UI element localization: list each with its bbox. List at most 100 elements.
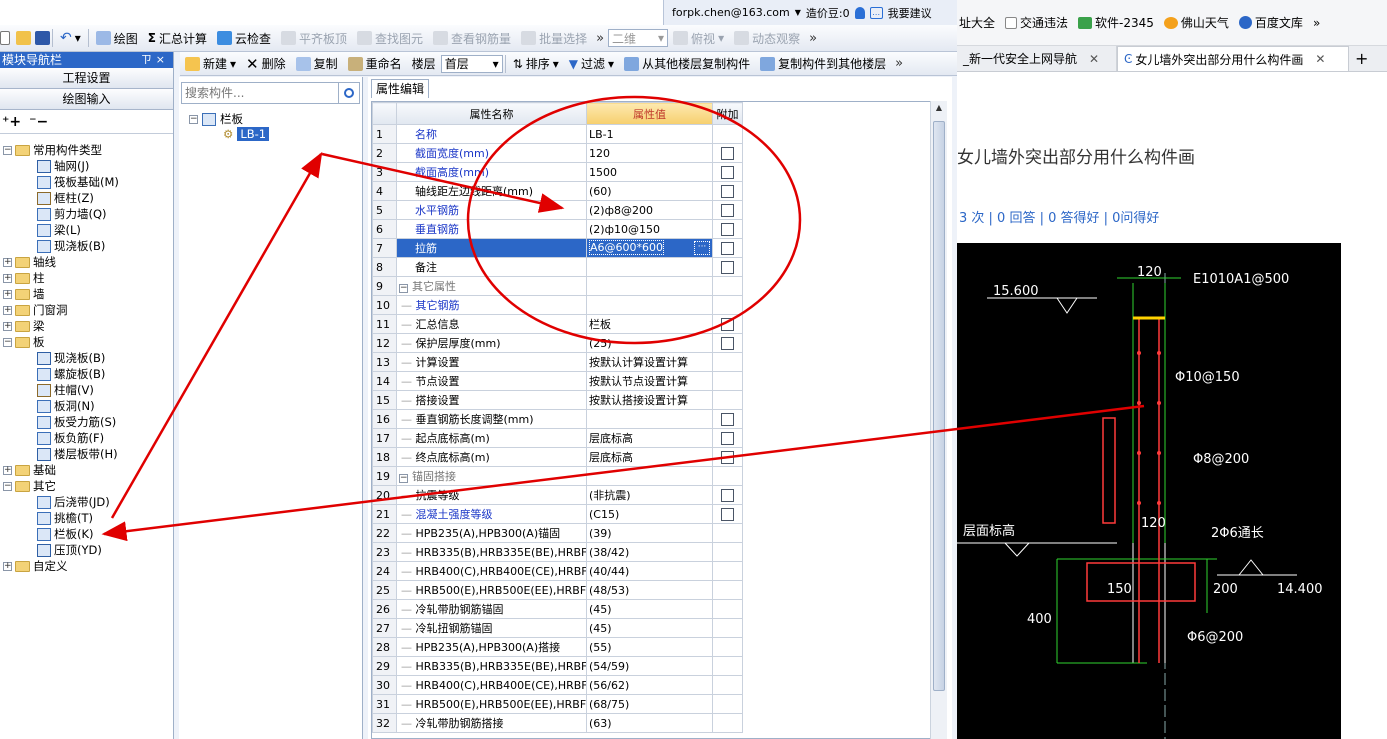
prop-value-cell[interactable]: 栏板 [586,314,713,334]
col-extra[interactable]: 附加 [712,102,743,125]
prop-name-cell[interactable]: — 冷轧带肋钢筋锚固 [396,599,587,619]
cloud-check-button[interactable]: 云检查 [212,27,276,49]
close-icon[interactable]: ✕ [1089,52,1099,66]
prop-name-cell[interactable]: — 起点底标高(m) [396,428,587,448]
prop-name-cell[interactable]: 水平钢筋 [396,200,587,220]
expand-icon[interactable]: + [3,289,12,299]
view-angle-button[interactable]: 俯视 ▾ [668,27,729,49]
table-row[interactable]: 29— HRB335(B),HRB335E(BE),HRBF (54/59) [372,656,743,676]
table-row[interactable]: 22— HPB235(A),HPB300(A)锚固 (39) [372,523,743,543]
toolbar-overflow-icon[interactable]: » [592,31,608,46]
prop-value-cell[interactable]: (45) [586,618,713,638]
prop-value-cell[interactable]: 120 [586,143,713,163]
table-row[interactable]: 5 水平钢筋 (2)ф8@200 [372,200,743,220]
bookmark-item[interactable]: 百度文库 [1238,14,1303,31]
prop-name-cell[interactable]: − 锚固搭接 [396,466,587,486]
table-row[interactable]: 27— 冷轧扭钢筋锚固 (45) [372,618,743,638]
tree-item[interactable]: 板受力筋(S) [37,414,116,430]
prop-name-cell[interactable]: — HPB235(A),HPB300(A)搭接 [396,637,587,657]
prop-name-cell[interactable]: — 搭接设置 [396,390,587,410]
prop-value-cell[interactable]: 层底标高 [586,447,713,467]
prop-value-cell[interactable]: 按默认搭接设置计算 [586,390,713,410]
suggest-icon[interactable]: … [869,6,883,19]
table-row[interactable]: 1 名称 LB-1 [372,124,743,144]
prop-name-cell[interactable]: — HRB500(E),HRB500E(EE),HRBF [396,580,587,600]
extra-checkbox[interactable] [721,222,734,236]
prop-value-cell[interactable]: (63) [586,713,713,733]
collapse-icon[interactable]: − [189,114,198,124]
extra-checkbox[interactable] [721,507,734,521]
tree-folder[interactable]: + 基础 [3,462,56,478]
prop-name-cell[interactable]: − 其它属性 [396,276,587,296]
prop-value-cell[interactable] [586,276,713,296]
scroll-thumb[interactable] [933,121,945,691]
prop-value-cell[interactable]: (54/59) [586,656,713,676]
new-file-icon[interactable] [0,31,10,45]
tree-item[interactable]: 现浇板(B) [37,238,105,254]
suggest-link[interactable]: 我要建议 [888,5,932,21]
batch-select-button[interactable]: 批量选择 [516,27,592,49]
extra-checkbox[interactable] [721,260,734,274]
prop-value-cell[interactable]: (C15) [586,504,713,524]
prop-value-cell[interactable]: (2)ф8@200 [586,200,713,220]
rename-button[interactable]: 重命名 [343,53,407,75]
tree-folder[interactable]: − 常用构件类型 [3,142,102,158]
prop-value-cell[interactable]: (60) [586,181,713,201]
view-rebar-button[interactable]: 查看钢筋量 [428,27,516,49]
extra-checkbox[interactable] [721,184,734,198]
prop-name-cell[interactable]: 拉筋 [396,238,587,258]
copy-to-floor-button[interactable]: 复制构件到其他楼层 [755,53,891,75]
vertical-scrollbar[interactable]: ▲ [930,101,947,739]
prop-name-cell[interactable]: — 计算设置 [396,352,587,372]
table-row[interactable]: 7 拉筋 A6@600*600 ··· [372,238,743,258]
tree-folder[interactable]: + 轴线 [3,254,56,270]
project-settings-button[interactable]: 工程设置 [0,68,173,89]
table-row[interactable]: 11— 汇总信息 栏板 [372,314,743,334]
tree-item[interactable]: 剪力墙(Q) [37,206,107,222]
prop-name-cell[interactable]: — 终点底标高(m) [396,447,587,467]
prop-name-cell[interactable]: 名称 [396,124,587,144]
extra-checkbox[interactable] [721,431,734,445]
table-row[interactable]: 32— 冷轧带肋钢筋搭接 (63) [372,713,743,733]
table-row[interactable]: 20— 抗震等级 (非抗震) [372,485,743,505]
tree-item[interactable]: 螺旋板(B) [37,366,105,382]
tab-nav[interactable]: _新一代安全上网导航 ✕ [957,46,1117,71]
table-row[interactable]: 9− 其它属性 [372,276,743,296]
delete-button[interactable]: ✕ 删除 [241,53,291,75]
prop-value-cell[interactable]: (25) [586,333,713,353]
prop-name-cell[interactable]: — HRB400(C),HRB400E(CE),HRBF [396,561,587,581]
new-tab-button[interactable]: + [1349,46,1374,71]
col-prop-name[interactable]: 属性名称 [396,102,587,125]
prop-name-cell[interactable]: 备注 [396,257,587,277]
table-row[interactable]: 13— 计算设置 按默认计算设置计算 [372,352,743,372]
extra-checkbox[interactable] [721,450,734,464]
collapse-icon[interactable]: − [399,474,408,483]
table-row[interactable]: 10— 其它钢筋 [372,295,743,315]
tree-folder[interactable]: + 门窗洞 [3,302,68,318]
tree-folder[interactable]: − 板 [3,334,45,350]
prop-value-cell[interactable]: (40/44) [586,561,713,581]
prop-value-cell[interactable]: 1500 [586,162,713,182]
draw-button[interactable]: 绘图 [91,27,143,49]
bookmark-item[interactable]: 址大全 [959,14,995,31]
prop-name-cell[interactable]: — 垂直钢筋长度调整(mm) [396,409,587,429]
align-top-button[interactable]: 平齐板顶 [276,27,352,49]
prop-value-cell[interactable]: (68/75) [586,694,713,714]
toolbar-overflow-icon[interactable]: » [891,56,907,71]
prop-name-cell[interactable]: 垂直钢筋 [396,219,587,239]
bookmark-item[interactable]: 软件-2345 [1078,14,1154,31]
tree-folder[interactable]: − 其它 [3,478,56,494]
table-row[interactable]: 2 截面宽度(mm) 120 [372,143,743,163]
extra-checkbox[interactable] [721,146,734,160]
search-input[interactable]: 搜索构件... [181,82,339,104]
toolbar-overflow-icon[interactable]: » [805,31,821,46]
prop-value-cell[interactable]: 按默认计算设置计算 [586,352,713,372]
undo-button[interactable]: ↶ ▾ [55,27,86,49]
tree-item[interactable]: 轴网(J) [37,158,89,174]
tree-item[interactable]: 梁(L) [37,222,81,238]
prop-name-cell[interactable]: — HRB500(E),HRB500E(EE),HRBF [396,694,587,714]
table-row[interactable]: 26— 冷轧带肋钢筋锚固 (45) [372,599,743,619]
table-row[interactable]: 23— HRB335(B),HRB335E(BE),HRBF (38/42) [372,542,743,562]
prop-value-cell[interactable]: (非抗震) [586,485,713,505]
tree-item[interactable]: 楼层板带(H) [37,446,118,462]
